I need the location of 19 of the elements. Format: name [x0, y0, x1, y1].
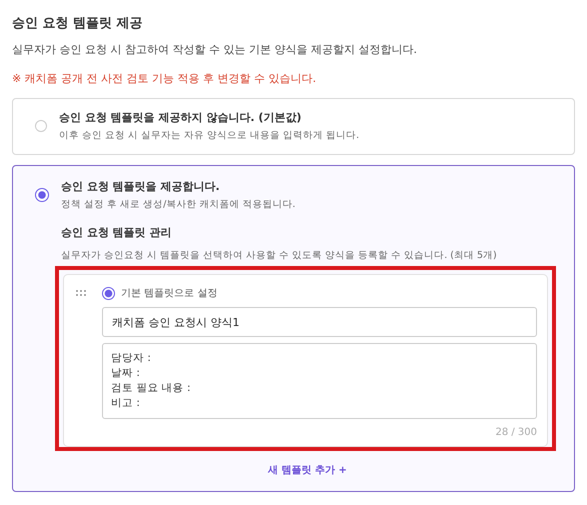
option-description: 정책 설정 후 새로 생성/복사한 캐치폼에 적용됩니다. — [61, 198, 296, 211]
option-description: 이후 승인 요청 시 실무자는 자유 양식으로 내용을 입력하게 됩니다. — [59, 129, 360, 142]
section-description: 실무자가 승인 요청 시 참고하여 작성할 수 있는 기본 양식을 제공할지 설정합니다. — [12, 42, 418, 57]
option-title: 승인 요청 템플릿을 제공하지 않습니다. (기본값) — [59, 110, 302, 125]
radio-button[interactable] — [102, 286, 115, 300]
section-title: 승인 요청 템플릿 제공 — [12, 15, 144, 32]
template-name-field[interactable]: 캐치폼 승인 요청시 양식1 — [102, 307, 537, 337]
option-title: 승인 요청 템플릿을 제공합니다. — [61, 179, 221, 194]
add-template-button[interactable]: 새 템플릿 추가 + — [264, 461, 351, 479]
notice-text: ※ 캐치폼 공개 전 사전 검토 기능 적용 후 변경할 수 있습니다. — [12, 71, 318, 86]
drag-handle-icon[interactable] — [76, 290, 86, 296]
template-body-field[interactable]: 담당자 : 날짜 : 검토 필요 내용 : 비고 : — [102, 343, 537, 419]
option-card[interactable]: 승인 요청 템플릿을 제공합니다. 정책 설정 후 새로 생성/복사한 캐치폼에 적용됩니다. 승인 요청 템플릿 관리 실무자가 승인요청 시 템플릿을 선택하여 사용할 수 있도록 양식을 등록할 수 있습니다. (최대 5개) 기본 템플릿으로 설정 캐치폼 승인 요청시 양식1 담당자 : 날짜 : 검토 필요 내용 : 비고 : 28 / 300 새 템플릿 추가 + — [12, 165, 575, 492]
radio-button[interactable] — [35, 188, 49, 202]
manager-description: 실무자가 승인요청 시 템플릿을 선택하여 사용할 수 있도록 양식을 등록할 수 있습니다. (최대 5개) — [61, 249, 498, 262]
option-card[interactable]: 승인 요청 템플릿을 제공하지 않습니다. (기본값) 이후 승인 요청 시 실무자는 자유 양식으로 내용을 입력하게 됩니다. — [12, 98, 575, 155]
character-counter: 28 / 300 — [494, 427, 537, 438]
manager-title: 승인 요청 템플릿 관리 — [61, 225, 172, 240]
default-template-label: 기본 템플릿으로 설정 — [121, 287, 218, 300]
